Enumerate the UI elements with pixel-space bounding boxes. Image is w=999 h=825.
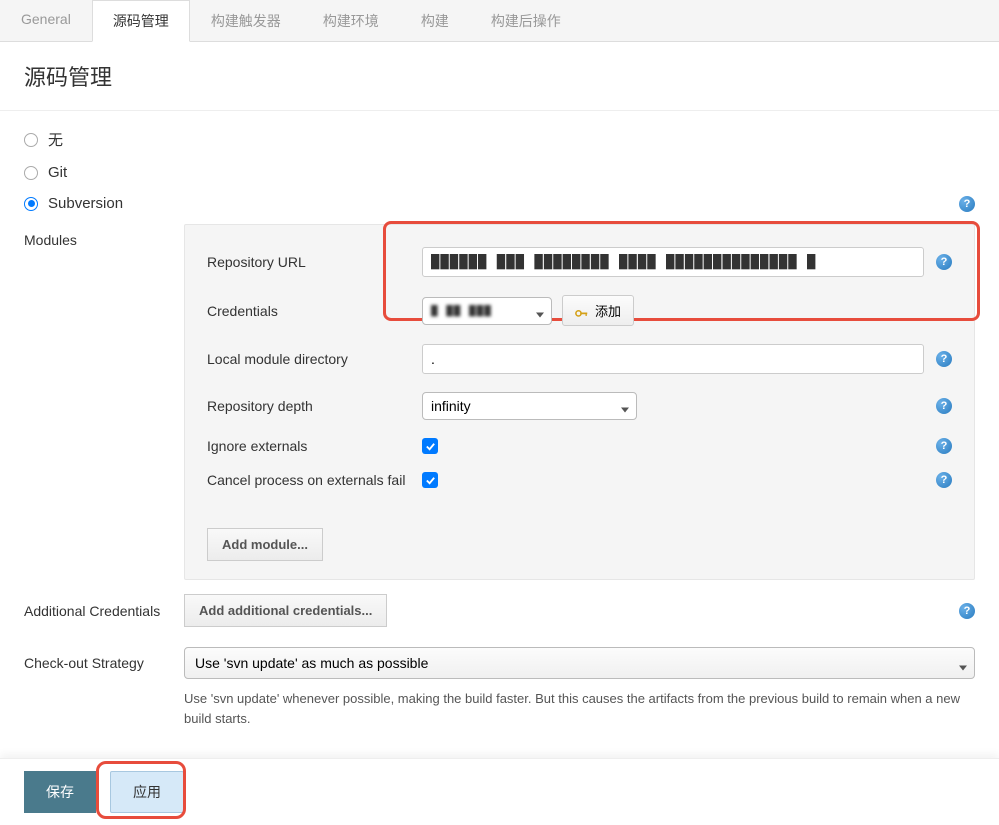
scm-radio-group: 无 Git Subversion ?	[24, 129, 975, 212]
modules-panel: Repository URL ? Credentials █ ██ ███	[184, 224, 975, 580]
apply-button[interactable]: 应用	[110, 771, 184, 813]
add-module-button[interactable]: Add module...	[207, 528, 323, 561]
repo-url-input[interactable]	[422, 247, 924, 277]
key-icon	[575, 306, 589, 316]
checkout-strategy-select[interactable]: Use 'svn update' as much as possible	[184, 647, 975, 679]
scm-option-subversion[interactable]: Subversion	[24, 195, 123, 212]
ignore-externals-checkbox[interactable]	[422, 438, 438, 454]
local-dir-label: Local module directory	[207, 351, 422, 367]
credentials-label: Credentials	[207, 303, 422, 319]
radio-icon	[24, 133, 38, 147]
tab-triggers[interactable]: 构建触发器	[190, 0, 302, 42]
tab-scm[interactable]: 源码管理	[92, 0, 190, 42]
checkout-strategy-label: Check-out Strategy	[24, 655, 184, 671]
tab-post[interactable]: 构建后操作	[470, 0, 582, 42]
cancel-externals-checkbox[interactable]	[422, 472, 438, 488]
radio-icon-checked	[24, 197, 38, 211]
footer-bar: 保存 应用	[0, 758, 999, 825]
scm-option-none[interactable]: 无	[24, 129, 975, 150]
help-icon[interactable]: ?	[959, 196, 975, 212]
additional-credentials-label: Additional Credentials	[24, 603, 184, 619]
radio-label: Git	[48, 164, 67, 181]
radio-label: Subversion	[48, 195, 123, 212]
radio-icon	[24, 166, 38, 180]
ignore-externals-label: Ignore externals	[207, 438, 422, 454]
help-icon[interactable]: ?	[936, 398, 952, 414]
help-icon[interactable]: ?	[936, 254, 952, 270]
tab-general[interactable]: General	[0, 0, 92, 42]
modules-label: Modules	[24, 224, 184, 580]
local-dir-input[interactable]	[422, 344, 924, 374]
section-title: 源码管理	[0, 42, 999, 111]
cancel-externals-label: Cancel process on externals fail	[207, 472, 422, 488]
add-additional-credentials-button[interactable]: Add additional credentials...	[184, 594, 387, 627]
checkout-strategy-description: Use 'svn update' whenever possible, maki…	[184, 689, 975, 728]
depth-label: Repository depth	[207, 398, 422, 414]
tab-build[interactable]: 构建	[400, 0, 470, 42]
radio-label: 无	[48, 129, 63, 150]
depth-select[interactable]: infinity	[422, 392, 637, 420]
config-tabs: General 源码管理 构建触发器 构建环境 构建 构建后操作	[0, 0, 999, 42]
credentials-value: █ ██ ███	[431, 305, 521, 317]
tab-env[interactable]: 构建环境	[302, 0, 400, 42]
help-icon[interactable]: ?	[936, 472, 952, 488]
credentials-select[interactable]: █ ██ ███	[422, 297, 552, 325]
scm-option-git[interactable]: Git	[24, 164, 975, 181]
repo-url-label: Repository URL	[207, 254, 422, 270]
save-button[interactable]: 保存	[24, 771, 96, 813]
add-credentials-button[interactable]: 添加	[562, 295, 634, 326]
help-icon[interactable]: ?	[959, 603, 975, 619]
help-icon[interactable]: ?	[936, 351, 952, 367]
add-button-label: 添加	[595, 301, 621, 320]
help-icon[interactable]: ?	[936, 438, 952, 454]
